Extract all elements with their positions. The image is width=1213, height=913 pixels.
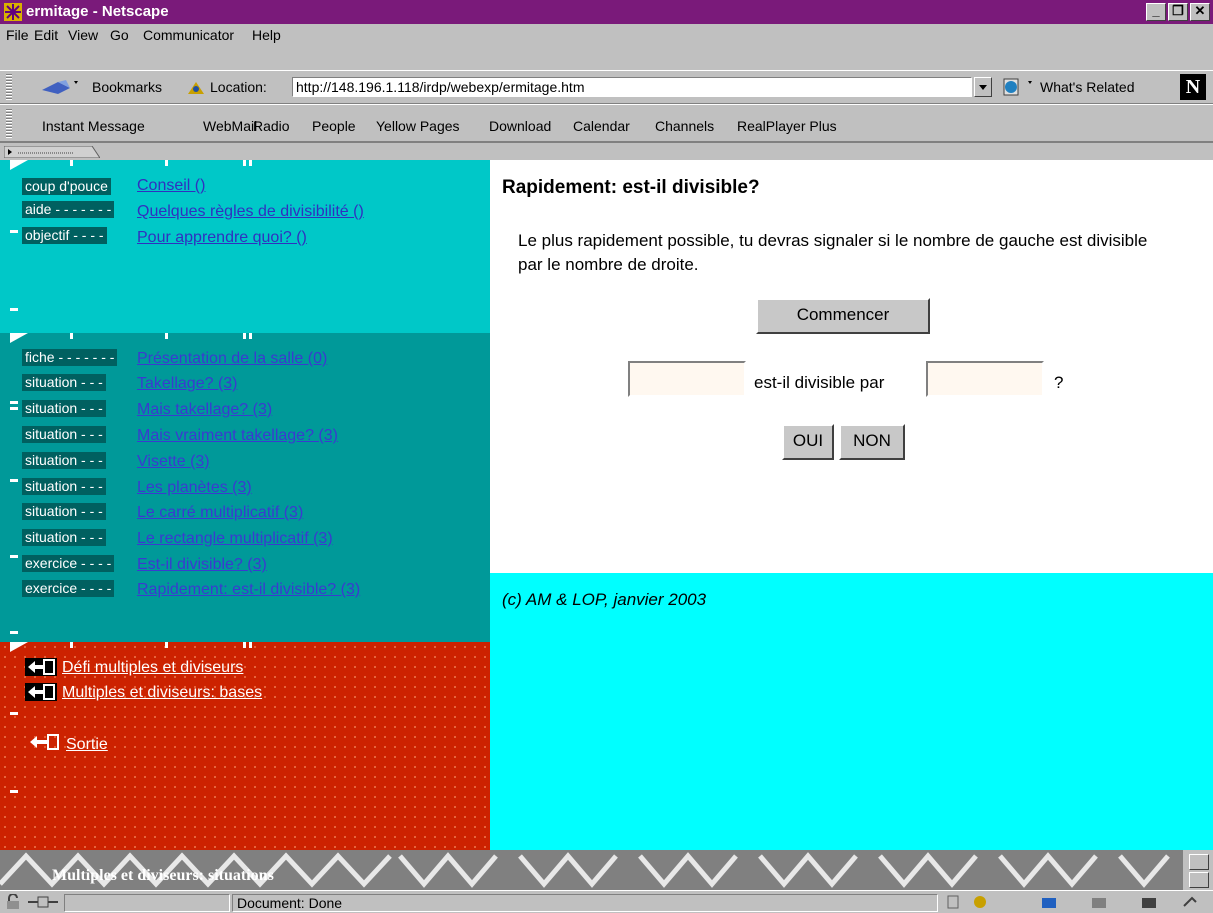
back-arrow-icon[interactable] bbox=[24, 657, 58, 677]
exit-arrow-icon[interactable] bbox=[28, 733, 62, 751]
tag-situation: situation - - - bbox=[22, 374, 106, 391]
toolbar-channels[interactable]: Channels bbox=[655, 118, 714, 134]
whats-related-icon[interactable] bbox=[1000, 76, 1036, 98]
tag-fiche: fiche - - - - - - - bbox=[22, 349, 118, 366]
link-takellage[interactable]: Takellage? (3) bbox=[137, 375, 238, 393]
toolbar-yellow-pages[interactable]: Yellow Pages bbox=[376, 118, 460, 134]
no-button[interactable]: NON bbox=[839, 424, 905, 460]
back-arrow-icon[interactable] bbox=[24, 682, 58, 702]
online-status-icon[interactable] bbox=[26, 894, 60, 910]
menu-edit[interactable]: Edit bbox=[34, 27, 58, 43]
tag-situation: situation - - - bbox=[22, 529, 106, 546]
toolbar-instant-message[interactable]: Instant Message bbox=[42, 118, 145, 134]
link-sortie[interactable]: Sortie bbox=[66, 736, 108, 754]
toolbar-radio[interactable]: Radio bbox=[253, 118, 290, 134]
title-bar: ermitage - Netscape _ ❐ ✕ bbox=[0, 0, 1213, 24]
start-button[interactable]: Commencer bbox=[756, 298, 930, 334]
menu-go[interactable]: Go bbox=[110, 27, 129, 43]
banner-title: Multiples et diviseurs: situations bbox=[52, 867, 274, 884]
scroll-up-button[interactable] bbox=[1189, 854, 1209, 870]
menu-communicator[interactable]: Communicator bbox=[143, 27, 234, 43]
location-label: Location: bbox=[210, 79, 267, 95]
link-visette[interactable]: Visette (3) bbox=[137, 453, 210, 471]
link-presentation-salle[interactable]: Présentation de la salle (0) bbox=[137, 350, 327, 368]
link-carre-multiplicatif[interactable]: Le carré multiplicatif (3) bbox=[137, 504, 303, 522]
banner-scrollbar[interactable] bbox=[1183, 850, 1213, 890]
tag-situation: situation - - - bbox=[22, 400, 106, 417]
netscape-icon bbox=[4, 3, 22, 21]
link-regles-divisibilite[interactable]: Quelques règles de divisibilité () bbox=[137, 203, 364, 221]
toolbar-people[interactable]: People bbox=[312, 118, 356, 134]
link-les-planetes[interactable]: Les planètes (3) bbox=[137, 479, 252, 497]
tag-exercice: exercice - - - - bbox=[22, 580, 115, 597]
tag-coup-de-pouce: coup d'pouce bbox=[22, 178, 111, 195]
toolbar-collapse-strip bbox=[0, 142, 1213, 161]
tag-situation: situation - - - bbox=[22, 503, 106, 520]
question-mark: ? bbox=[1054, 373, 1064, 392]
progress-panel bbox=[64, 894, 230, 912]
maximize-button[interactable]: ❐ bbox=[1168, 3, 1188, 21]
toolbar-realplayer-plus[interactable]: RealPlayer Plus bbox=[737, 118, 837, 134]
status-text: Document: Done bbox=[232, 894, 938, 912]
toolbar-calendar[interactable]: Calendar bbox=[573, 118, 630, 134]
security-lock-icon[interactable] bbox=[4, 893, 22, 910]
location-icon bbox=[188, 82, 204, 94]
close-button[interactable]: ✕ bbox=[1190, 3, 1210, 21]
right-number-field[interactable] bbox=[926, 361, 1044, 397]
link-conseil[interactable]: Conseil () bbox=[137, 177, 205, 195]
link-defi-multiples[interactable]: Défi multiples et diviseurs bbox=[62, 659, 243, 677]
minimize-button[interactable]: _ bbox=[1146, 3, 1166, 21]
link-multiples-bases[interactable]: Multiples et diviseurs: bases bbox=[62, 684, 262, 702]
tag-objectif: objectif - - - - bbox=[22, 227, 107, 244]
instruction-text: Le plus rapidement possible, tu devras s… bbox=[518, 231, 1148, 274]
link-mais-takellage[interactable]: Mais takellage? (3) bbox=[137, 401, 272, 419]
location-input[interactable]: http://148.196.1.118/irdp/webexp/ermitag… bbox=[292, 77, 972, 97]
bookmarks-label[interactable]: Bookmarks bbox=[92, 79, 162, 95]
yes-button[interactable]: OUI bbox=[782, 424, 834, 460]
copyright-text: (c) AM & LOP, janvier 2003 bbox=[502, 590, 707, 609]
menu-bar: File Edit View Go Communicator Help bbox=[0, 24, 1213, 46]
menu-file[interactable]: File bbox=[6, 27, 29, 43]
toolbar-grip[interactable] bbox=[6, 74, 12, 100]
bookmarks-icon[interactable] bbox=[40, 78, 86, 96]
status-bar: Document: Done bbox=[0, 890, 1213, 912]
page-title: Rapidement: est-il divisible? bbox=[502, 177, 760, 198]
question-text: est-il divisible par bbox=[754, 373, 885, 392]
link-rectangle-multiplicatif[interactable]: Le rectangle multiplicatif (3) bbox=[137, 530, 333, 548]
toolbar-grip[interactable] bbox=[6, 108, 12, 138]
menu-view[interactable]: View bbox=[68, 27, 98, 43]
component-bar[interactable] bbox=[946, 894, 1206, 910]
tag-situation: situation - - - bbox=[22, 478, 106, 495]
link-mais-vraiment-takellage[interactable]: Mais vraiment takellage? (3) bbox=[137, 427, 338, 445]
tag-aide: aide - - - - - - - bbox=[22, 201, 115, 218]
footer-frame bbox=[490, 573, 1213, 850]
main-content-frame bbox=[490, 160, 1213, 573]
toolbar-webmail[interactable]: WebMail bbox=[203, 118, 257, 134]
link-est-il-divisible[interactable]: Est-il divisible? (3) bbox=[137, 556, 267, 574]
link-rapidement-est-il-divisible[interactable]: Rapidement: est-il divisible? (3) bbox=[137, 581, 360, 599]
toolbar-download[interactable]: Download bbox=[489, 118, 551, 134]
menu-help[interactable]: Help bbox=[252, 27, 281, 43]
window-title: ermitage - Netscape bbox=[26, 3, 169, 20]
netscape-logo[interactable]: N bbox=[1180, 74, 1206, 100]
collapsed-toolbar-tab[interactable] bbox=[4, 146, 100, 158]
link-pour-apprendre[interactable]: Pour apprendre quoi? () bbox=[137, 229, 307, 247]
scroll-down-button[interactable] bbox=[1189, 872, 1209, 888]
left-number-field[interactable] bbox=[628, 361, 746, 397]
tag-situation: situation - - - bbox=[22, 452, 106, 469]
whats-related-label[interactable]: What's Related bbox=[1040, 79, 1135, 95]
location-dropdown-button[interactable] bbox=[974, 77, 992, 97]
tag-situation: situation - - - bbox=[22, 426, 106, 443]
tag-exercice: exercice - - - - bbox=[22, 555, 115, 572]
